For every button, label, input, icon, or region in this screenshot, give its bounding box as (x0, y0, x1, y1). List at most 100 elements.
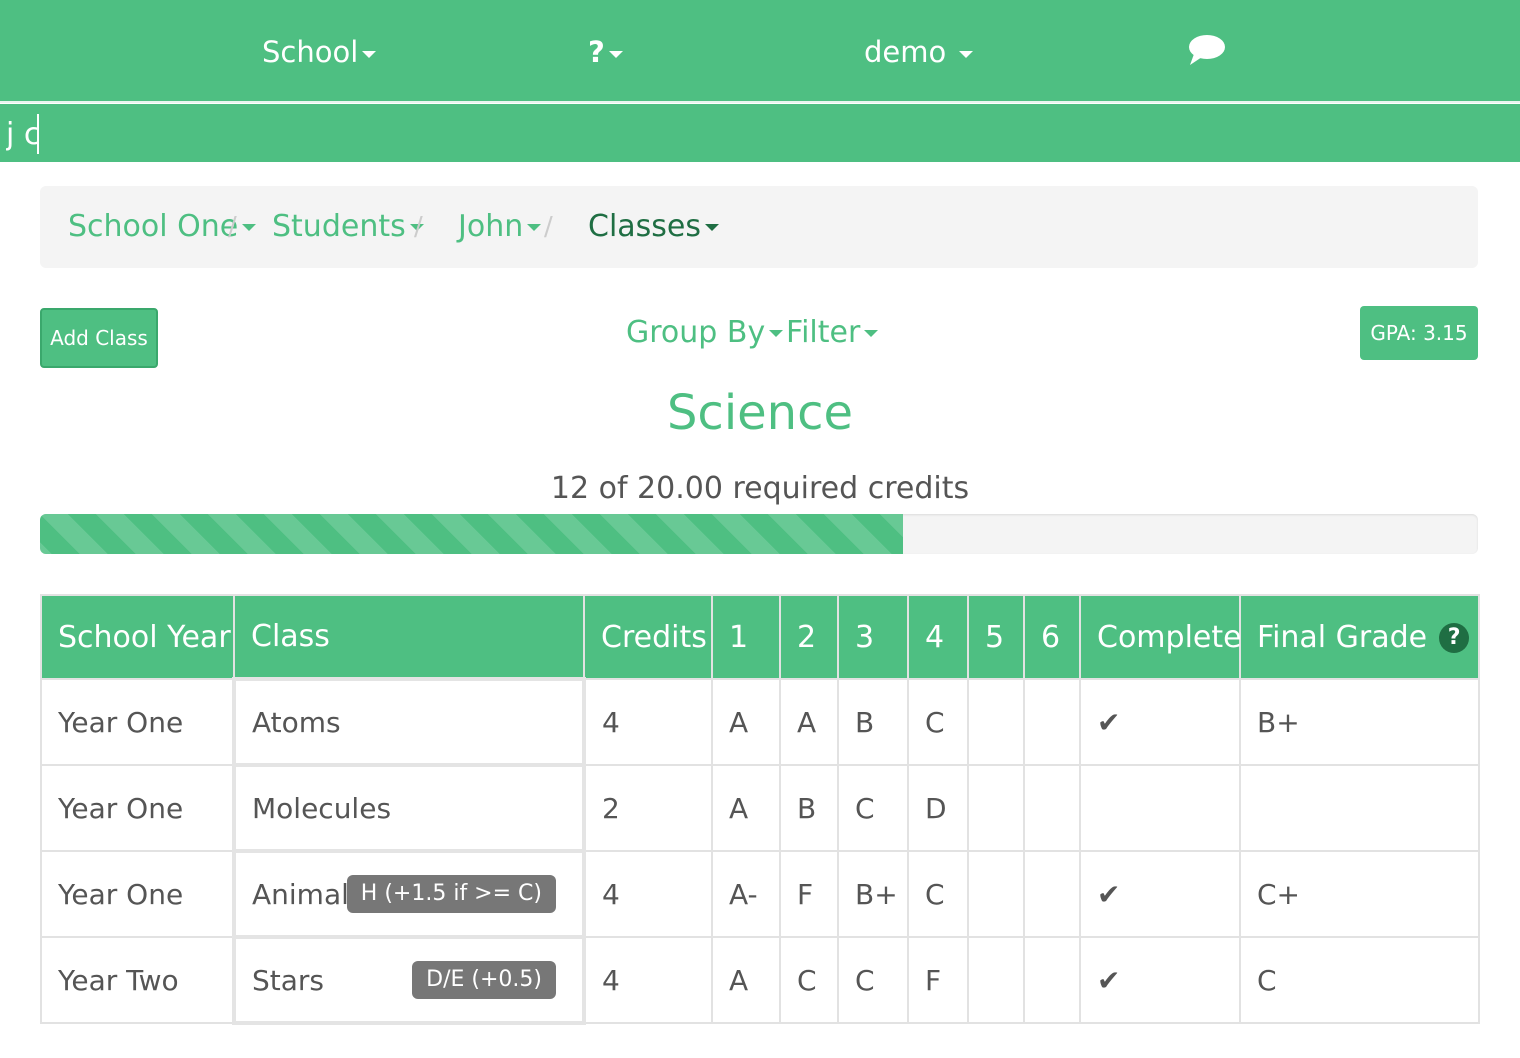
table-row[interactable]: Year One Animals H (+1.5 if >= C) 4 A- F … (40, 849, 1480, 939)
cell-class[interactable]: Molecules (232, 763, 586, 853)
cell-grade-3: B (837, 678, 909, 766)
check-icon (1079, 764, 1241, 852)
check-icon: ✔ (1079, 936, 1241, 1024)
breadcrumb-separator: / (414, 212, 423, 242)
chevron-down-icon (705, 224, 720, 231)
navbar-divider (0, 101, 1520, 103)
chevron-down-icon (527, 224, 542, 231)
table-row[interactable]: Year One Molecules 2 A B C D (40, 763, 1480, 853)
table-row[interactable]: Year One Atoms 4 A A B C ✔ B+ (40, 677, 1480, 767)
text-cursor (37, 114, 39, 154)
breadcrumb-label: Classes (588, 209, 702, 244)
group-by-label: Group By (626, 315, 766, 350)
cell-grade-5 (967, 764, 1025, 852)
user-menu-label: demo (864, 35, 947, 69)
class-name: Atoms (252, 705, 341, 739)
chevron-down-icon (864, 330, 879, 337)
cell-grade-5 (967, 936, 1025, 1024)
header-credits[interactable]: Credits (583, 594, 713, 680)
header-term-5[interactable]: 5 (967, 594, 1025, 680)
breadcrumb-item-students[interactable]: Students (272, 204, 424, 250)
cell-grade-1: A (711, 936, 781, 1024)
header-complete[interactable]: Complete (1079, 594, 1242, 680)
header-term-4[interactable]: 4 (907, 594, 969, 680)
cell-final-grade: C+ (1239, 850, 1480, 938)
gpa-badge: GPA: 3.15 (1360, 306, 1478, 360)
cell-grade-1: A (711, 678, 781, 766)
school-menu[interactable]: School (262, 30, 377, 74)
breadcrumb-label: John (458, 209, 524, 244)
header-school-year[interactable]: School Year (40, 594, 235, 680)
header-class[interactable]: Class (233, 594, 585, 680)
chat-button[interactable] (1188, 34, 1226, 78)
cell-school-year: Year One (40, 678, 235, 766)
chevron-down-icon (242, 224, 257, 231)
speech-bubble-icon (1189, 35, 1225, 65)
cell-grade-6 (1023, 678, 1081, 766)
chevron-down-icon (769, 330, 784, 337)
breadcrumb-item-student[interactable]: John (458, 204, 542, 250)
cell-school-year: Year One (40, 764, 235, 852)
cell-class[interactable]: Animals H (+1.5 if >= C) (232, 849, 586, 939)
dual-enrollment-badge: D/E (+0.5) (412, 961, 556, 999)
cell-grade-2: F (779, 850, 839, 938)
cell-credits: 4 (583, 936, 713, 1024)
cell-grade-6 (1023, 936, 1081, 1024)
help-menu[interactable]: ? (588, 30, 623, 74)
header-term-6[interactable]: 6 (1023, 594, 1081, 680)
question-circle-icon[interactable]: ? (1439, 623, 1470, 653)
cell-grade-1: A (711, 764, 781, 852)
user-menu[interactable]: demo (864, 30, 974, 74)
add-class-button[interactable]: Add Class (40, 308, 158, 368)
breadcrumb-separator: / (544, 212, 553, 242)
check-icon: ✔ (1079, 850, 1241, 938)
cell-school-year: Year Two (40, 936, 235, 1024)
header-final-grade-label: Final Grade (1257, 619, 1428, 655)
filter-dropdown[interactable]: Filter (786, 310, 879, 356)
search-bar (0, 104, 1520, 162)
check-icon: ✔ (1079, 678, 1241, 766)
chevron-down-icon (362, 50, 377, 58)
breadcrumb-separator: / (228, 212, 237, 242)
cell-grade-3: B+ (837, 850, 909, 938)
header-term-3[interactable]: 3 (837, 594, 909, 680)
honors-badge: H (+1.5 if >= C) (346, 875, 556, 913)
chevron-down-icon (959, 50, 974, 58)
cell-grade-4: C (907, 678, 969, 766)
cell-final-grade (1239, 764, 1480, 852)
subject-title: Science (666, 385, 854, 441)
filter-label: Filter (786, 315, 861, 350)
school-menu-label: School (262, 35, 359, 69)
breadcrumb-item-classes[interactable]: Classes (588, 204, 720, 250)
header-term-2[interactable]: 2 (779, 594, 839, 680)
cell-final-grade: B+ (1239, 678, 1480, 766)
header-final-grade[interactable]: Final Grade? (1239, 594, 1480, 680)
breadcrumb-label: Students (272, 209, 406, 244)
cell-class[interactable]: Atoms (232, 677, 586, 767)
cell-grade-6 (1023, 764, 1081, 852)
cell-credits: 4 (583, 850, 713, 938)
classes-table: School Year Class Credits 1 2 3 4 5 6 Co… (40, 594, 1480, 1025)
cell-grade-4: D (907, 764, 969, 852)
cell-final-grade: C (1239, 936, 1480, 1024)
cell-grade-5 (967, 678, 1025, 766)
cell-grade-1: A- (711, 850, 781, 938)
credits-progress-bar (40, 514, 1478, 554)
cell-grade-6 (1023, 850, 1081, 938)
cell-school-year: Year One (40, 850, 235, 938)
cell-credits: 4 (583, 678, 713, 766)
help-menu-label: ? (588, 35, 605, 69)
cell-grade-2: C (779, 936, 839, 1024)
progress-fill (40, 514, 903, 554)
cell-grade-3: C (837, 936, 909, 1024)
header-term-1[interactable]: 1 (711, 594, 781, 680)
chevron-down-icon (608, 50, 623, 58)
table-row[interactable]: Year Two Stars D/E (+0.5) 4 A C C F ✔ C (40, 935, 1480, 1025)
search-input[interactable] (4, 114, 1404, 154)
group-by-dropdown[interactable]: Group By (626, 310, 784, 356)
table-header-row: School Year Class Credits 1 2 3 4 5 6 Co… (40, 594, 1480, 680)
breadcrumb: School One / Students / John / Classes (40, 186, 1478, 268)
cell-grade-2: B (779, 764, 839, 852)
cell-grade-2: A (779, 678, 839, 766)
cell-class[interactable]: Stars D/E (+0.5) (232, 935, 586, 1025)
